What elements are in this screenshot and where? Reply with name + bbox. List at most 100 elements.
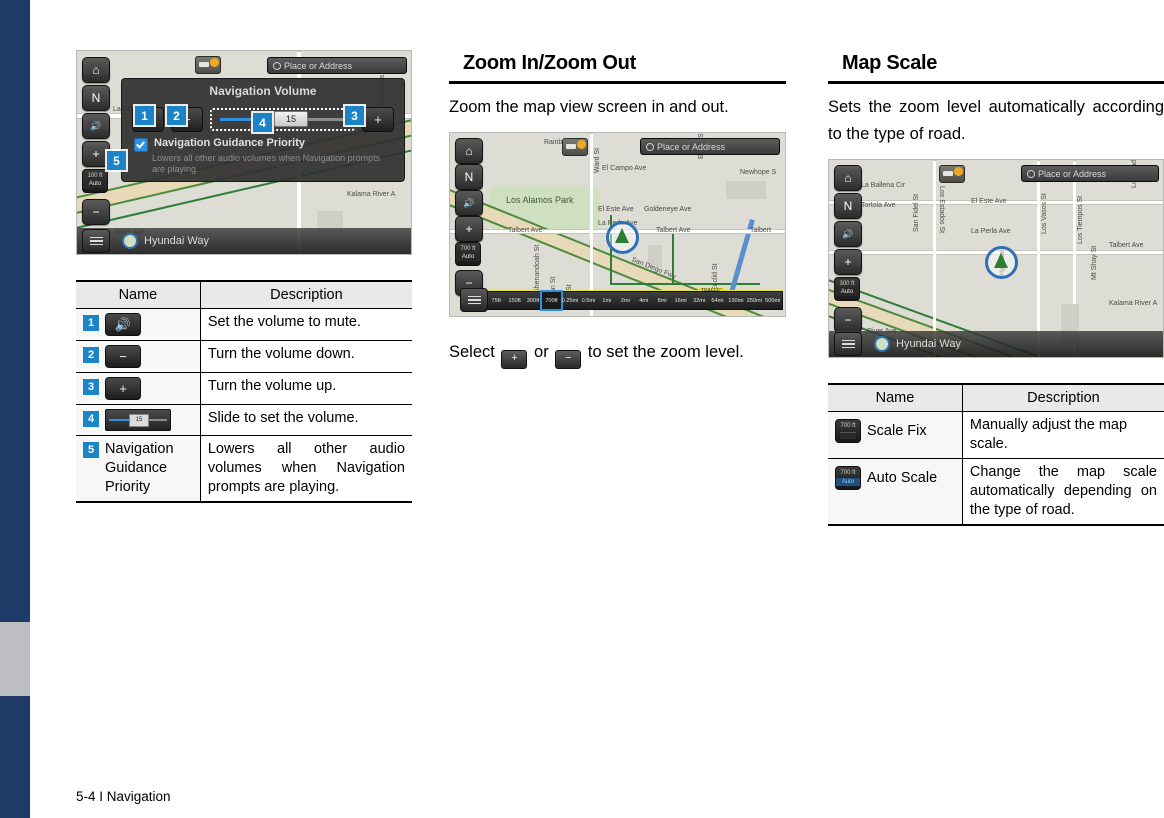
instruction-pre: Select	[449, 343, 495, 361]
menu-icon[interactable]	[82, 229, 110, 253]
mapscale-section-intro: Sets the zoom level automatically accord…	[828, 98, 1164, 143]
scale-tick[interactable]: 130mi	[727, 298, 745, 304]
name-cell: 4 15	[76, 404, 201, 436]
popup-title: Navigation Volume	[209, 84, 317, 98]
zoom-instruction: Select + or − to set the zoom level.	[449, 339, 786, 369]
description-cell: Change the map scale automatically depen…	[969, 464, 1157, 518]
scale-button[interactable]: 100 ft Auto	[82, 169, 108, 193]
instruction-post: to set the zoom level.	[587, 343, 744, 361]
scale-tick-selected[interactable]: 700ft	[540, 290, 563, 311]
map-scale-table: Name Description 700 ft Scale Fix Manual…	[828, 383, 1164, 526]
scale-button[interactable]: 700 ft Auto	[455, 242, 481, 266]
nav-volume-icon[interactable]: 🔊	[82, 113, 110, 139]
scale-tick[interactable]: 500mi	[764, 298, 782, 304]
scale-tick[interactable]: 0.25mi	[561, 298, 579, 304]
scale-value: 300 ft	[839, 281, 855, 287]
column-zoom: Zoom In/Zoom Out Zoom the map view scree…	[449, 50, 786, 380]
instruction-mid: or	[534, 343, 549, 361]
map-label: Talbert Ave	[508, 227, 543, 234]
compass-north-icon[interactable]: N	[455, 164, 483, 190]
plus-icon: +	[501, 350, 528, 369]
zoom-map-screenshot: Rainbow Dr Ward St El Campo Ave Euclid S…	[449, 132, 786, 317]
search-bar[interactable]: Place or Address	[640, 138, 780, 155]
zoom-section-title: Zoom In/Zoom Out	[449, 50, 786, 84]
volume-up-button[interactable]: +	[362, 106, 394, 132]
row-badge: 3	[83, 379, 99, 395]
description-cell: Manually adjust the map scale.	[962, 411, 1164, 459]
map-label: La Perla Ave	[971, 228, 1011, 235]
callout-badge-5: 5	[107, 151, 126, 170]
column-header-description: Description	[962, 384, 1164, 412]
zoom-in-icon[interactable]: +	[834, 249, 862, 275]
search-bar[interactable]: Place or Address	[1021, 165, 1159, 182]
callout-badge-3: 3	[345, 106, 364, 125]
table-row: 700 ft Auto Auto Scale Change the map sc…	[828, 458, 1164, 525]
zoom-out-icon[interactable]: −	[82, 199, 110, 225]
scale-tick[interactable]: 0.5mi	[579, 298, 597, 304]
column-map-scale: Map Scale Sets the zoom level automatica…	[828, 50, 1164, 526]
speaker-mute-icon: 🔊	[105, 313, 141, 336]
home-icon[interactable]: ⌂	[834, 165, 862, 191]
row-badge: 2	[83, 347, 99, 363]
compass-north-icon[interactable]: N	[82, 85, 110, 111]
poi-marker-icon[interactable]	[562, 138, 588, 156]
map-bottom-bar: Hyundai Way	[77, 228, 411, 254]
search-bar[interactable]: Place or Address	[267, 57, 407, 74]
map-label: Los Estados St	[938, 186, 945, 234]
map-label: Los Vasos St	[1041, 193, 1048, 234]
scale-tick[interactable]: 1mi	[598, 298, 616, 304]
scale-tick[interactable]: 4mi	[635, 298, 653, 304]
home-icon[interactable]: ⌂	[455, 138, 483, 164]
zoom-in-icon[interactable]: +	[82, 141, 110, 167]
row-badge: 5	[83, 442, 99, 458]
checkbox-icon[interactable]	[134, 138, 148, 152]
guidance-priority-row[interactable]: Navigation Guidance Priority	[134, 137, 305, 152]
zoom-scale-strip[interactable]: 75ft 150ft 300ft 700ft 0.25mi 0.5mi 1mi …	[486, 290, 783, 311]
scale-tick[interactable]: 150ft	[505, 298, 523, 304]
search-placeholder: Place or Address	[1038, 168, 1107, 179]
row-badge: 4	[83, 411, 99, 427]
callout-badge-1: 1	[135, 106, 154, 125]
table-row: 2 − Turn the volume down.	[76, 340, 412, 373]
map-road	[1037, 160, 1040, 357]
column-header-name: Name	[828, 384, 963, 412]
slider-thumb[interactable]: 15	[274, 111, 308, 127]
description-cell: Turn the volume up.	[200, 372, 412, 405]
vehicle-position-icon	[985, 246, 1018, 279]
nav-volume-icon[interactable]: 🔊	[455, 190, 483, 216]
scale-tick[interactable]: 75ft	[487, 298, 505, 304]
compass-north-icon[interactable]: N	[834, 193, 862, 219]
scale-tick[interactable]: 8mi	[653, 298, 671, 304]
scale-icon-value: 700 ft	[840, 423, 856, 429]
poi-marker-icon[interactable]	[195, 56, 221, 74]
scale-button[interactable]: 300 ft Auto	[834, 277, 860, 301]
map-label: Goldeneye Ave	[644, 206, 692, 213]
description-cell: Turn the volume down.	[200, 340, 412, 373]
name-cell: 1 🔊	[76, 308, 201, 341]
poi-marker-icon[interactable]	[939, 165, 965, 183]
column-header-name: Name	[76, 281, 201, 309]
map-label: El Este Ave	[971, 198, 1007, 205]
map-label: Los Alamos Park	[506, 195, 574, 205]
nav-volume-icon[interactable]: 🔊	[834, 221, 862, 247]
scale-tick[interactable]: 64mi	[708, 298, 726, 304]
zoom-out-icon[interactable]: −	[834, 307, 862, 333]
menu-icon[interactable]	[460, 288, 488, 312]
scale-tick[interactable]: 250mi	[745, 298, 763, 304]
scale-tick[interactable]: 32mi	[690, 298, 708, 304]
zoom-section-intro: Zoom the map view screen in and out.	[449, 98, 729, 116]
zoom-in-icon[interactable]: +	[455, 216, 483, 242]
navigation-volume-screenshot: La Ballena Cir Kalama River A River Ave …	[76, 50, 412, 255]
scale-tick[interactable]: 16mi	[671, 298, 689, 304]
table-row: 4 15 Slide to set the volume.	[76, 404, 412, 436]
scale-icon-value: 700 ft	[840, 470, 856, 476]
volume-slider[interactable]: 15	[210, 107, 355, 131]
table-header-row: Name Description	[76, 281, 412, 309]
scale-tick[interactable]: 300ft	[524, 298, 542, 304]
map-label: Tortola Ave	[861, 202, 896, 209]
home-icon[interactable]: ⌂	[82, 57, 110, 83]
menu-icon[interactable]	[834, 332, 862, 356]
mapscale-section-title: Map Scale	[828, 50, 1164, 84]
scale-tick[interactable]: 2mi	[616, 298, 634, 304]
row-badge: 1	[83, 315, 99, 331]
